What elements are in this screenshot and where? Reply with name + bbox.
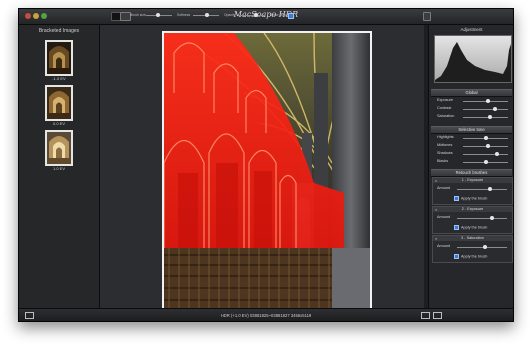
thumbnail-label: 0.0 EV: [52, 121, 65, 126]
checkbox-icon: [454, 254, 459, 259]
apply-brush-label: Apply the brush: [461, 225, 488, 230]
brush-2-apply-checkbox[interactable]: Apply the brush: [454, 225, 487, 230]
hdr-preview-image[interactable]: [162, 31, 372, 311]
toolbar-menu-icon[interactable]: [423, 12, 431, 21]
apply-brush-label: Apply the brush: [461, 254, 488, 259]
exposure-knob[interactable]: [485, 99, 490, 103]
title-bar: MacSoapo HDR Brush size Softness Opacity…: [19, 9, 513, 25]
shadows-slider[interactable]: [463, 154, 508, 155]
amount-label: Amount: [437, 244, 451, 248]
thumbnail-minus-1ev[interactable]: [45, 40, 73, 76]
saturation-slider[interactable]: [463, 117, 508, 118]
opacity-slider[interactable]: [238, 15, 264, 16]
thumbnail-plus-1ev[interactable]: [45, 130, 73, 166]
blacks-knob[interactable]: [483, 160, 488, 164]
softness-label: Softness: [177, 13, 191, 17]
brush-1-apply-checkbox[interactable]: Apply the brush: [454, 196, 487, 201]
brush-1-title: 1 - Exposure: [433, 178, 512, 183]
saturation-knob[interactable]: [488, 115, 492, 119]
brush-size-knob[interactable]: [155, 13, 160, 17]
compare-icon[interactable]: [421, 312, 430, 319]
midtones-label: Midtones: [437, 143, 453, 147]
image-canvas[interactable]: [100, 25, 424, 311]
contrast-label: Contrast: [437, 106, 452, 110]
selective-tone-title: Selective tone: [458, 127, 485, 132]
apply-brush-label: Apply the brush: [461, 196, 488, 201]
fit-view-icon[interactable]: [433, 312, 442, 319]
brush-panel-1: 1 - Exposure × Amount Apply the brush: [432, 177, 513, 205]
brush-1-amount-knob[interactable]: [487, 187, 492, 191]
brush-2-amount-slider[interactable]: [457, 218, 507, 219]
app-window: MacSoapo HDR Brush size Softness Opacity…: [18, 8, 514, 322]
amount-label: Amount: [437, 215, 451, 219]
adjustment-panel: Adjustment Global Exposure Contrast Satu…: [428, 25, 513, 308]
cathedral-nave-image: [164, 33, 370, 309]
brush-3-title: 3 - Saturation: [433, 236, 512, 241]
checkbox-icon: [454, 196, 459, 201]
remove-brush-icon[interactable]: ×: [435, 207, 437, 212]
shadows-label: Shadows: [437, 151, 453, 155]
histogram: [434, 35, 512, 83]
thumbnail-label: 1.0 EV: [52, 166, 65, 171]
remove-brush-icon[interactable]: ×: [435, 236, 437, 241]
brush-1-amount-slider[interactable]: [457, 189, 507, 190]
contrast-knob[interactable]: [492, 107, 497, 111]
shadows-knob[interactable]: [494, 152, 499, 156]
brush-2-amount-knob[interactable]: [490, 216, 494, 220]
brush-3-amount-knob[interactable]: [482, 245, 487, 249]
brush-2-title: 2 - Exposure: [433, 207, 512, 212]
retouch-brushes-section-header[interactable]: Retouch brushes: [431, 169, 512, 177]
opacity-label: Opacity: [224, 13, 236, 17]
saturation-label: Saturation: [437, 114, 455, 118]
contrast-slider[interactable]: [463, 109, 508, 110]
blacks-label: Blacks: [437, 159, 449, 163]
checkbox-icon: [454, 225, 459, 230]
midtones-knob[interactable]: [485, 144, 490, 148]
status-bar: HDR (+1.0 EV) 03881825~03881827 3456x511…: [19, 308, 513, 321]
brush-size-label: Brush size: [130, 13, 146, 17]
global-section-header[interactable]: Global: [431, 89, 512, 97]
bracketed-images-panel: Bracketed Images -1.0 EV 0.0 EV 1.0 EV: [19, 25, 100, 308]
brush-panel-3: 3 - Saturation × Amount Apply the brush: [432, 235, 513, 263]
brush-3-apply-checkbox[interactable]: Apply the brush: [454, 254, 487, 259]
window-title: MacSoapo HDR: [233, 10, 299, 19]
bracketed-images-title: Bracketed Images: [38, 28, 80, 34]
retouch-brushes-title: Retouch brushes: [455, 170, 488, 175]
highlights-label: Highlights: [437, 135, 454, 139]
brush-3-amount-slider[interactable]: [457, 247, 507, 248]
show-mask-label: Show Mask: [270, 13, 288, 17]
histogram-graph: [435, 42, 511, 82]
exposure-label: Exposure: [437, 98, 454, 102]
remove-brush-icon[interactable]: ×: [435, 178, 437, 183]
global-title: Global: [465, 90, 478, 95]
thumbnail-label: -1.0 EV: [52, 76, 66, 81]
show-mask-checkbox[interactable]: [288, 13, 294, 19]
selective-tone-section-header[interactable]: Selective tone: [431, 126, 512, 134]
thumbnail-0ev[interactable]: [45, 85, 73, 121]
highlights-knob[interactable]: [483, 136, 488, 140]
amount-label: Amount: [437, 186, 451, 190]
cathedral-thumb-image: [47, 87, 71, 119]
cathedral-thumb-image: [47, 42, 71, 74]
cathedral-thumb-image: [47, 132, 71, 164]
adjustment-title: Adjustment: [460, 27, 483, 32]
brush-panel-2: 2 - Exposure × Amount Apply the brush: [432, 206, 513, 234]
